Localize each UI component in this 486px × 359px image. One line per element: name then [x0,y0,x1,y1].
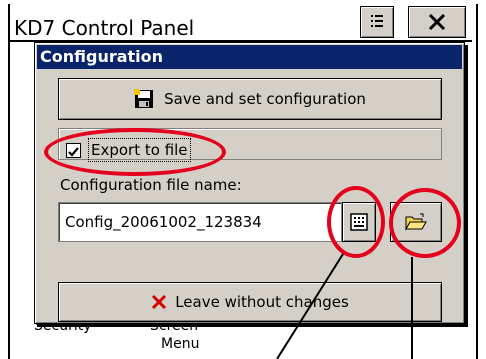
keyboard-pointer-line [276,253,344,359]
annotation-pointer-lines [276,253,413,359]
